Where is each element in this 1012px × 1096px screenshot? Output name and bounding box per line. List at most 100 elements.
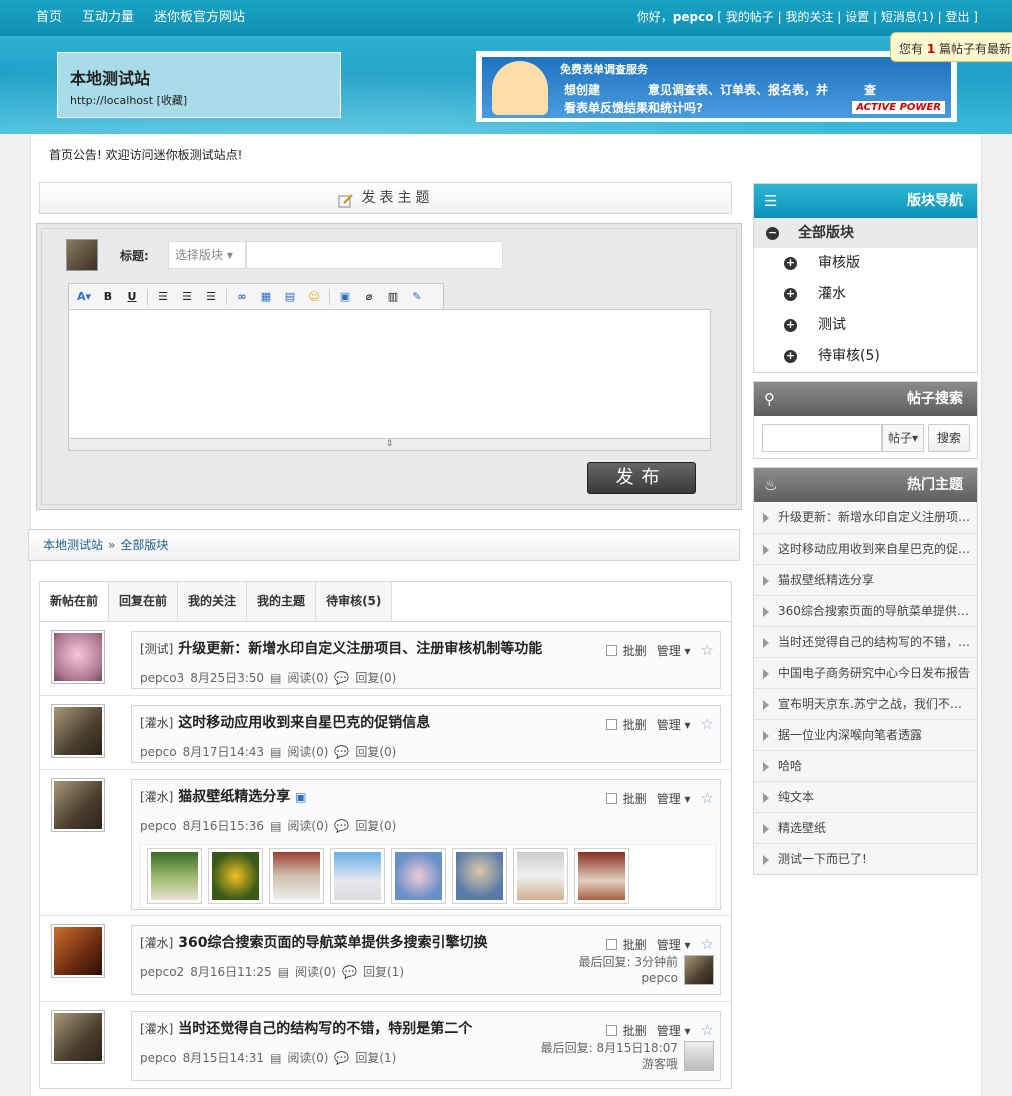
content-textarea[interactable]: [68, 309, 711, 439]
new-topic-button[interactable]: 发表主题: [39, 182, 732, 214]
star-icon[interactable]: ☆: [701, 935, 714, 953]
thumbnail[interactable]: [269, 848, 324, 904]
last-reply-user[interactable]: 游客哦: [541, 1056, 678, 1072]
expand-icon[interactable]: +: [784, 288, 797, 301]
thumbnail[interactable]: [208, 848, 263, 904]
manage-menu[interactable]: 管理 ▾: [657, 1022, 691, 1039]
star-icon[interactable]: ☆: [701, 715, 714, 733]
collapse-icon[interactable]: −: [766, 227, 779, 240]
board-select[interactable]: 选择版块 ▾: [168, 241, 246, 269]
title-input[interactable]: [246, 241, 503, 269]
table-icon[interactable]: ▦: [257, 288, 275, 306]
topic-title[interactable]: 升级更新：新增水印自定义注册项目、注册审核机制等功能: [178, 641, 542, 657]
list-item[interactable]: 哈哈: [754, 750, 977, 781]
list-item[interactable]: 升级更新：新增水印自定义注册项目、注册审核机制等功能: [754, 502, 977, 533]
resize-handle[interactable]: ⇕: [68, 439, 711, 451]
checkbox[interactable]: [605, 644, 617, 656]
ad-banner[interactable]: 免费表单调查服务 想创建 意见调查表、订单表、报名表，并 查 看表单反馈结果和统…: [476, 51, 957, 122]
manage-menu[interactable]: 管理 ▾: [657, 642, 691, 659]
sidebar-item-test[interactable]: + 测试: [754, 310, 977, 341]
thumbnail[interactable]: [452, 848, 507, 904]
manage-menu[interactable]: 管理 ▾: [657, 716, 691, 733]
submit-button[interactable]: 发布: [587, 462, 696, 494]
topic-category[interactable]: [灌水]: [140, 716, 173, 730]
thumbnail[interactable]: [330, 848, 385, 904]
checkbox[interactable]: [605, 938, 617, 950]
sidebar-item-all[interactable]: − 全部版块: [754, 218, 977, 248]
tab-pending[interactable]: 待审核(5): [316, 582, 393, 621]
checkbox[interactable]: [605, 1024, 617, 1036]
star-icon[interactable]: ☆: [701, 789, 714, 807]
list-item[interactable]: 360综合搜索页面的导航菜单提供多搜索引擎切换: [754, 595, 977, 626]
checkbox[interactable]: [605, 718, 617, 730]
topic-category[interactable]: [灌水]: [140, 936, 173, 950]
font-color-icon[interactable]: A ▾: [75, 288, 93, 306]
nav-official-site[interactable]: 迷你板官方网站: [154, 6, 245, 25]
topic-author[interactable]: pepco2: [140, 965, 184, 979]
star-icon[interactable]: ☆: [701, 641, 714, 659]
breadcrumb-current[interactable]: 全部版块: [120, 538, 168, 552]
avatar[interactable]: [51, 630, 105, 684]
avatar[interactable]: [684, 955, 714, 985]
topic-author[interactable]: pepco: [140, 819, 177, 833]
thumbnail[interactable]: [391, 848, 446, 904]
topic-title[interactable]: 360综合搜索页面的导航菜单提供多搜索引擎切换: [178, 935, 487, 951]
nav-interactive[interactable]: 互动力量: [82, 6, 134, 25]
avatar[interactable]: [51, 924, 105, 978]
manage-menu[interactable]: 管理 ▾: [657, 790, 691, 807]
emoticon-icon[interactable]: ☺: [305, 288, 323, 306]
guest-avatar-icon[interactable]: [684, 1041, 714, 1071]
image-icon[interactable]: ▣: [336, 288, 354, 306]
topic-title[interactable]: 猫叔壁纸精选分享: [178, 789, 290, 805]
video-icon[interactable]: ▥: [384, 288, 402, 306]
topic-category[interactable]: [灌水]: [140, 1022, 173, 1036]
list-item[interactable]: 当时还觉得自己的结构写的不错，特别是第二个: [754, 626, 977, 657]
align-center-icon[interactable]: ☰: [178, 288, 196, 306]
sidebar-item-water[interactable]: + 灌水: [754, 279, 977, 310]
list-item[interactable]: 这时移动应用收到来自星巴克的促销信息: [754, 533, 977, 564]
tab-newest[interactable]: 新帖在前: [40, 582, 110, 621]
avatar[interactable]: [51, 1010, 105, 1064]
user-links[interactable]: [ 我的帖子 | 我的关注 | 设置 | 短消息(1) | 登出 ]: [717, 10, 978, 24]
checkbox[interactable]: [605, 792, 617, 804]
expand-icon[interactable]: +: [784, 350, 797, 363]
list-item[interactable]: 据一位业内深喉向笔者透露: [754, 719, 977, 750]
thumbnail[interactable]: [574, 848, 629, 904]
list-icon[interactable]: ▤: [281, 288, 299, 306]
tab-following[interactable]: 我的关注: [178, 582, 248, 621]
topic-category[interactable]: [灌水]: [140, 790, 173, 804]
search-type-select[interactable]: 帖子▾: [882, 424, 924, 452]
nav-home[interactable]: 首页: [36, 6, 62, 25]
new-reply-tooltip[interactable]: 您有 1 篇帖子有最新回复: [890, 32, 1012, 62]
list-item[interactable]: 中国电子商务研究中心今日发布报告: [754, 657, 977, 688]
align-left-icon[interactable]: ☰: [154, 288, 172, 306]
search-input[interactable]: [762, 424, 882, 452]
bold-icon[interactable]: B: [99, 288, 117, 306]
list-item[interactable]: 测试一下而已了!: [754, 843, 977, 874]
sidebar-item-pending[interactable]: + 待审核(5): [754, 341, 977, 372]
sidebar-item-review[interactable]: + 审核版: [754, 248, 977, 279]
pen-icon[interactable]: ✎: [408, 288, 426, 306]
tab-recent-reply[interactable]: 回复在前: [109, 582, 179, 621]
last-reply-user[interactable]: pepco: [579, 970, 678, 986]
manage-menu[interactable]: 管理 ▾: [657, 936, 691, 953]
search-button[interactable]: 搜索: [928, 424, 970, 452]
site-title[interactable]: 本地测试站: [70, 65, 328, 89]
breadcrumb-site[interactable]: 本地测试站: [43, 538, 103, 552]
attachment-icon[interactable]: ⌀: [360, 288, 378, 306]
username[interactable]: pepco: [673, 10, 714, 24]
topic-author[interactable]: pepco: [140, 745, 177, 759]
expand-icon[interactable]: +: [784, 257, 797, 270]
site-url[interactable]: http://localhost [收藏]: [70, 92, 328, 108]
list-item[interactable]: 宣布明天京东.苏宁之战，我们不参与: [754, 688, 977, 719]
thumbnail[interactable]: [513, 848, 568, 904]
list-item[interactable]: 纯文本: [754, 781, 977, 812]
tab-my-topics[interactable]: 我的主题: [247, 582, 317, 621]
expand-icon[interactable]: +: [784, 319, 797, 332]
list-item[interactable]: 精选壁纸: [754, 812, 977, 843]
underline-icon[interactable]: U: [123, 288, 141, 306]
topic-author[interactable]: pepco3: [140, 671, 184, 685]
topic-author[interactable]: pepco: [140, 1051, 177, 1065]
link-icon[interactable]: ∞: [233, 288, 251, 306]
topic-title[interactable]: 这时移动应用收到来自星巴克的促销信息: [178, 715, 430, 731]
